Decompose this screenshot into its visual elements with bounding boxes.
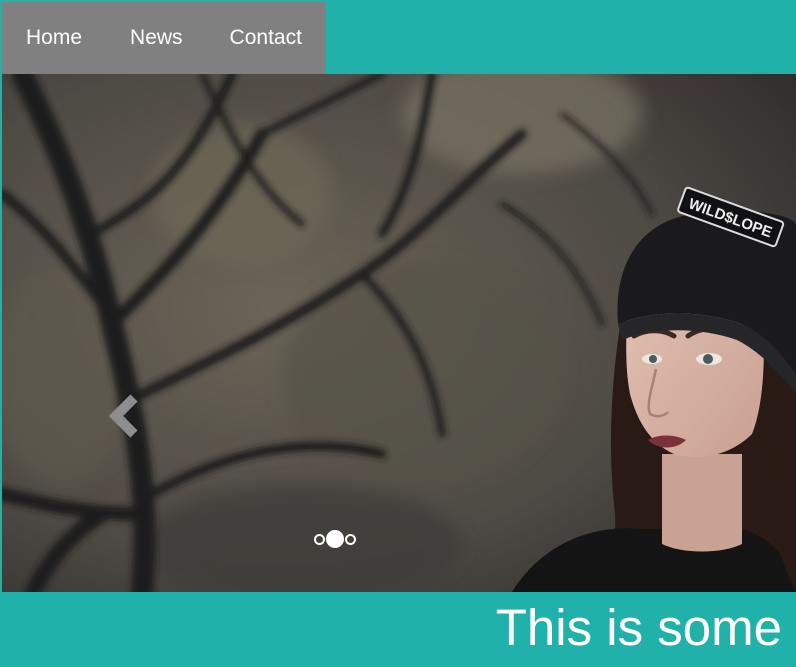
nav-item-contact[interactable]: Contact: [230, 2, 302, 74]
slide-photo: WILD$LOPE: [2, 74, 796, 592]
nav-item-news[interactable]: News: [130, 2, 183, 74]
slider-dot-2[interactable]: [326, 530, 344, 548]
slider-dot-3[interactable]: [345, 533, 356, 545]
chevron-left-icon: [108, 394, 138, 438]
slide-caption: This is some: [495, 599, 782, 656]
image-slider: WILD$LOPE: [2, 74, 796, 592]
nav-item-home[interactable]: Home: [26, 2, 82, 74]
slider-prev-button[interactable]: [106, 392, 142, 440]
caption-band: This is some: [2, 592, 796, 667]
top-bar: Home News Contact: [0, 0, 796, 74]
slider-dot-1[interactable]: [314, 533, 325, 545]
main-nav: Home News Contact: [2, 2, 326, 74]
slider-dots: [314, 530, 356, 548]
page: Home News Contact WILD$LOPE This is some: [0, 0, 796, 667]
